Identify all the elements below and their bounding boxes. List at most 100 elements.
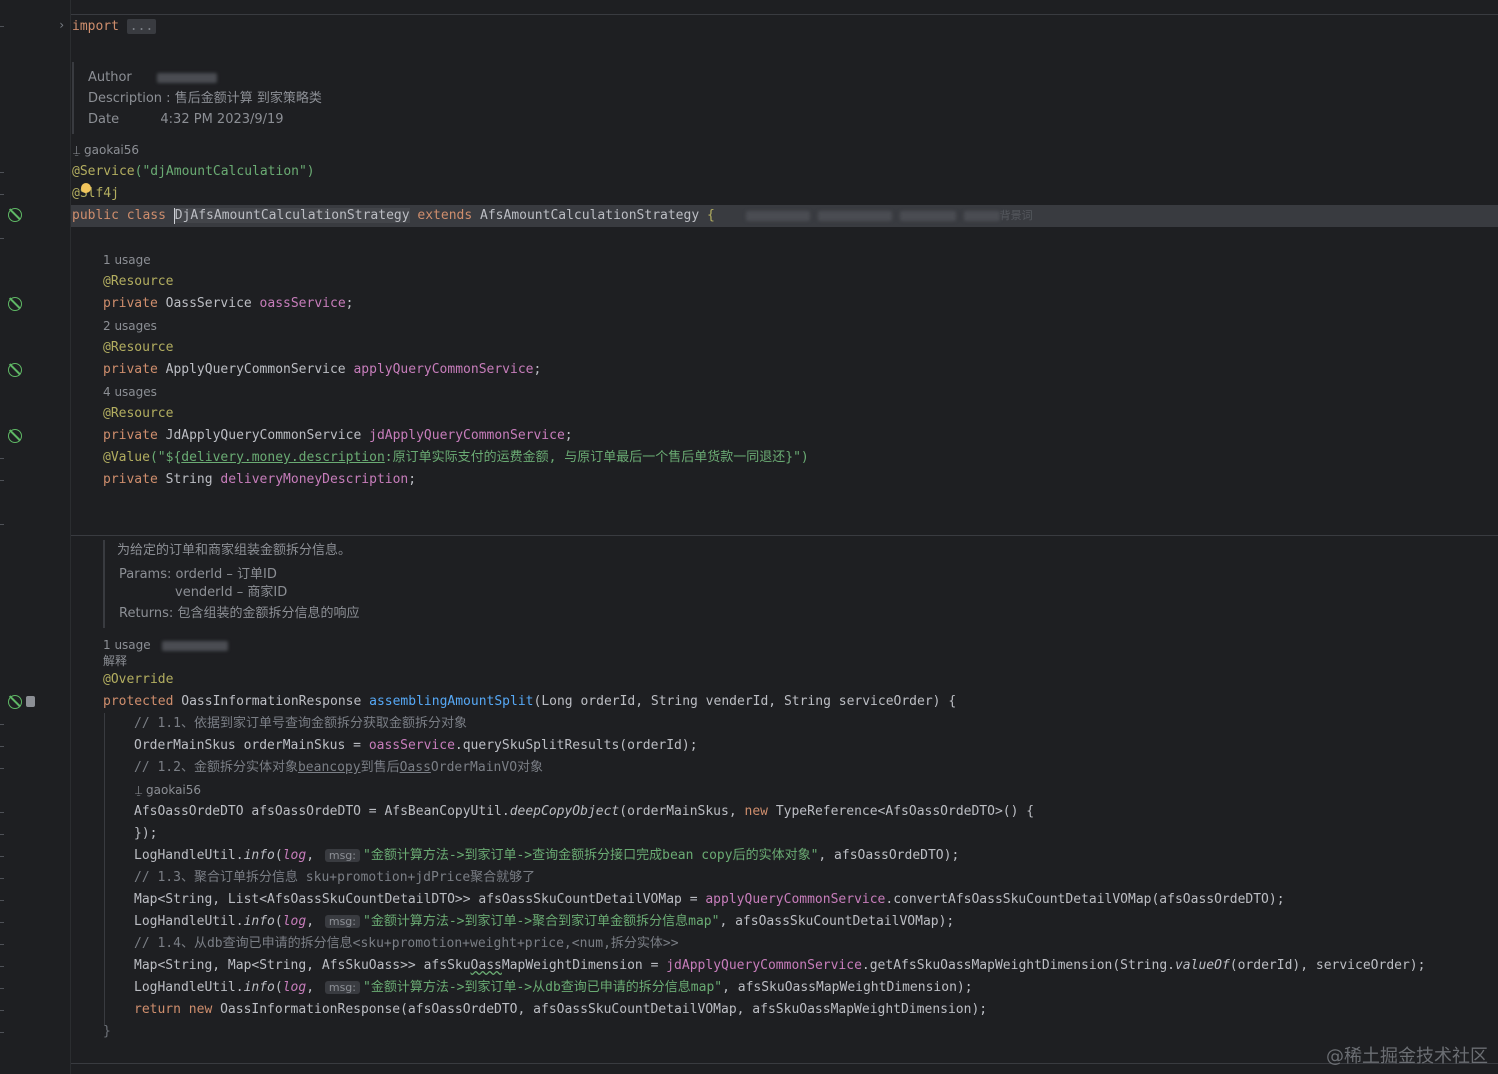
field-name: oassService <box>259 296 346 311</box>
code-segment: (orderId), serviceOrder); <box>1229 958 1426 973</box>
method-signature[interactable]: protected OassInformationResponse assemb… <box>103 691 956 713</box>
value-annotation-line[interactable]: @Value("${delivery.money.description:原订单… <box>103 447 809 469</box>
top-divider <box>71 0 1498 15</box>
bean-icon[interactable] <box>8 429 22 443</box>
code-line[interactable]: }); <box>134 823 157 845</box>
code-line[interactable]: Map<String, Map<String, AfsSkuOass>> afs… <box>134 955 1425 977</box>
code-segment: ( <box>274 848 283 863</box>
return-line[interactable]: return new OassInformationResponse(afsOa… <box>134 999 987 1021</box>
lightbulb-icon[interactable] <box>81 183 91 193</box>
class-name[interactable]: DjAfsAmountCalculationStrategy <box>174 208 410 223</box>
resource-annotation: @Resource <box>103 406 174 421</box>
doc-comment-bar <box>72 62 74 134</box>
field-annotation-line[interactable]: @Resource <box>103 337 173 359</box>
static-method: info <box>243 980 275 995</box>
description-label: Description : <box>88 91 171 106</box>
params-label: Params: <box>119 567 172 582</box>
private-keyword: private <box>103 472 166 487</box>
override-line[interactable]: @Override <box>103 669 173 691</box>
comment-line[interactable]: // 1.1、依据到家订单号查询金额拆分获取金额拆分对象 <box>134 713 467 735</box>
import-fold[interactable]: ... <box>126 19 157 34</box>
usage-hint[interactable]: 1 usage <box>103 252 151 268</box>
static-method: valueOf <box>1174 958 1230 973</box>
comment-line[interactable]: // 1.3、聚合订单拆分信息 sku+promotion+jdPrice聚合就… <box>134 867 535 889</box>
code-segment: , <box>306 980 322 995</box>
gutter-tick <box>0 812 4 813</box>
debug-icon[interactable] <box>26 696 35 707</box>
static-method: info <box>243 914 275 929</box>
editor-gutter[interactable] <box>0 0 71 1074</box>
code-line[interactable]: AfsOassOrdeDTO afsOassOrdeDTO = AfsBeanC… <box>134 801 1034 823</box>
code-segment: ( <box>274 980 283 995</box>
code-editor[interactable]: › import ... Author Description : 售后金额计算… <box>58 0 1498 1074</box>
value-string-rest: :原订单实际支付的运费金额, 与原订单最后一个售后单货款一同退还}") <box>384 450 809 465</box>
service-annotation-line[interactable]: @Service("djAmountCalculation") <box>72 161 315 183</box>
code-segment: , <box>306 848 322 863</box>
comment-typo: beancopy <box>297 760 361 775</box>
redacted-inline <box>746 210 811 221</box>
javadoc-summary: 为给定的订单和商家组装金额拆分信息。 <box>117 543 352 558</box>
code-line[interactable]: OrderMainSkus orderMainSkus = oassServic… <box>134 735 698 757</box>
field-annotation-line[interactable]: @Resource <box>103 271 173 293</box>
comment-typo: Oass <box>399 760 431 775</box>
property-key[interactable]: delivery.money.description <box>181 450 385 465</box>
resource-annotation: @Resource <box>103 340 174 355</box>
gutter-tick <box>0 458 4 459</box>
code-segment: , afsOassSkuCountDetailVOMap); <box>719 914 955 929</box>
import-keyword: import <box>72 19 119 34</box>
method-name[interactable]: assemblingAmountSplit <box>369 694 533 709</box>
code-segment: Map<String, Map<String, AfsSkuOass>> afs… <box>134 958 471 973</box>
log-var: log <box>282 848 307 863</box>
slf4j-line[interactable]: @Slf4j <box>72 183 119 205</box>
bean-icon[interactable] <box>8 297 22 311</box>
redacted-tail: 背景词 <box>999 209 1033 222</box>
log-line[interactable]: LogHandleUtil.info(log, msg: "金额计算方法->到家订… <box>134 977 973 999</box>
chevron-right-icon[interactable]: › <box>58 18 65 32</box>
usage-hint[interactable]: 4 usages <box>103 384 157 400</box>
gutter-tick <box>0 878 4 879</box>
field-line[interactable]: private String deliveryMoneyDescription; <box>103 469 416 491</box>
parent-class[interactable]: AfsAmountCalculationStrategy <box>480 208 699 223</box>
redacted-inline <box>162 640 229 651</box>
author-hint[interactable]: ⍊ gaokai56 <box>135 782 201 798</box>
import-line[interactable]: import ... <box>72 16 157 38</box>
override-icon[interactable] <box>8 695 22 709</box>
log-line[interactable]: LogHandleUtil.info(log, msg: "金额计算方法->到家订… <box>134 845 959 867</box>
return-keyword: return new <box>134 1002 221 1017</box>
log-var: log <box>282 914 307 929</box>
code-segment: ( <box>274 914 283 929</box>
gutter-tick <box>0 922 4 923</box>
javadoc-returns: Returns: 包含组装的金额拆分信息的响应 <box>119 604 359 624</box>
override-annotation: @Override <box>103 672 174 687</box>
gutter-tick <box>0 746 4 747</box>
usage-hint[interactable]: 1 usage <box>103 637 229 653</box>
field-line[interactable]: private JdApplyQueryCommonService jdAppl… <box>103 425 573 447</box>
code-line[interactable]: Map<String, List<AfsOassSkuCountDetailDT… <box>134 889 1285 911</box>
gutter-tick <box>0 988 4 989</box>
code-segment: OrderMainSkus orderMainSkus = <box>134 738 369 753</box>
usage-hint[interactable]: 2 usages <box>103 318 157 334</box>
gutter-tick <box>0 1032 4 1033</box>
field-ref: applyQueryCommonService <box>705 892 886 907</box>
gutter-tick <box>0 26 4 27</box>
code-segment: AfsOassOrdeDTO afsOassOrdeDTO = AfsBeanC… <box>134 804 510 819</box>
comment-line[interactable]: // 1.4、从db查询已申请的拆分信息<sku+promotion+weigh… <box>134 933 679 955</box>
date-label: Date <box>88 112 120 127</box>
class-declaration-line[interactable]: public class DjAfsAmountCalculationStrat… <box>72 205 1033 227</box>
field-line[interactable]: private ApplyQueryCommonService applyQue… <box>103 359 541 381</box>
bean-icon[interactable] <box>8 363 22 377</box>
usage-count: 1 usage <box>103 638 151 652</box>
value-annotation: @Value <box>103 450 150 465</box>
gutter-tick <box>0 834 4 835</box>
private-keyword: private <box>103 362 166 377</box>
log-line[interactable]: LogHandleUtil.info(log, msg: "金额计算方法->到家订… <box>134 911 954 933</box>
field-name: applyQueryCommonService <box>353 362 534 377</box>
field-line[interactable]: private OassService oassService; <box>103 293 353 315</box>
log-string: "金额计算方法->到家订单->从db查询已申请的拆分信息map" <box>363 980 723 995</box>
bean-icon[interactable] <box>8 208 22 222</box>
code-segment: LogHandleUtil. <box>134 848 244 863</box>
code-segment: , <box>306 914 322 929</box>
comment-line[interactable]: // 1.2、金额拆分实体对象beancopy到售后OassOrderMainV… <box>134 757 543 779</box>
author-hint[interactable]: ⍊ gaokai56 <box>73 142 139 158</box>
field-annotation-line[interactable]: @Resource <box>103 403 173 425</box>
